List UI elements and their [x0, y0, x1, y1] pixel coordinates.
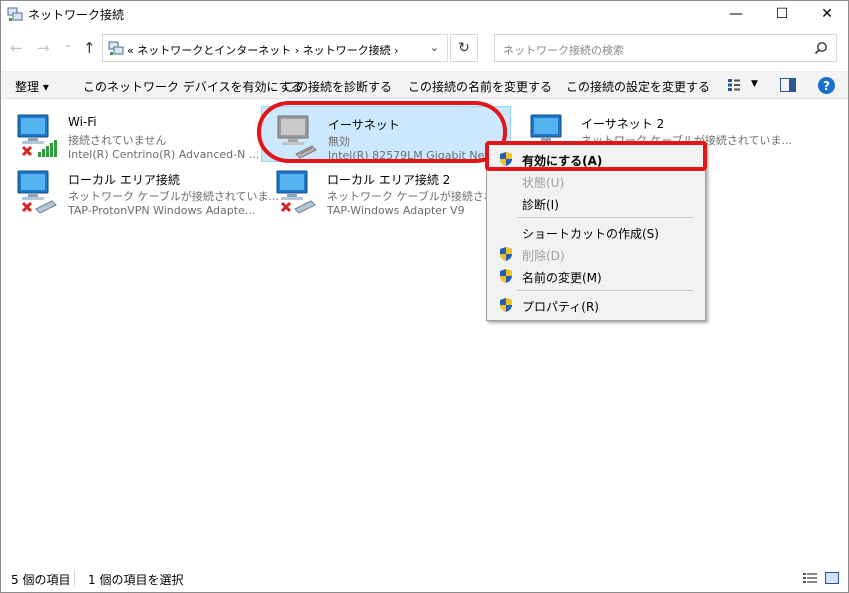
- status-bar: 5 個の項目 1 個の項目を選択: [1, 566, 848, 592]
- menu-label: プロパティ(R): [522, 300, 599, 314]
- menu-item-enable[interactable]: 有効にする(A): [489, 148, 703, 170]
- menu-label: 有効にする(A): [522, 154, 603, 168]
- help-icon[interactable]: ?: [818, 77, 835, 94]
- uac-shield-icon: [500, 298, 512, 312]
- connection-status: 無効: [328, 135, 350, 148]
- rename-button[interactable]: この接続の名前を変更する: [408, 78, 552, 95]
- forward-button[interactable]: →: [37, 39, 50, 57]
- menu-label: 名前の変更(M): [522, 271, 602, 285]
- diagnose-button[interactable]: この接続を診断する: [284, 78, 392, 95]
- connection-name: ローカル エリア接続: [68, 173, 180, 187]
- navigation-bar: ← → ⌄ ↑ « ネットワークとインターネット › ネットワーク接続 › ⌄ …: [1, 31, 848, 65]
- wifi-adapter-icon: [17, 114, 57, 157]
- search-icon: [814, 42, 827, 55]
- title-bar: ネットワーク接続 — ☐ ✕: [1, 1, 848, 27]
- ethernet-adapter-disabled-icon: [277, 115, 317, 159]
- back-button[interactable]: ←: [10, 39, 23, 57]
- connection-name: Wi-Fi: [68, 115, 97, 129]
- search-input[interactable]: ネットワーク接続の検索: [494, 34, 837, 62]
- search-placeholder: ネットワーク接続の検索: [503, 44, 624, 57]
- ethernet-adapter-disconnected-icon: [17, 170, 57, 214]
- menu-label: 状態(U): [522, 176, 565, 190]
- minimize-button[interactable]: —: [713, 1, 759, 27]
- network-connections-window: ネットワーク接続 — ☐ ✕ ← → ⌄ ↑ « ネットワークとインターネット …: [0, 0, 849, 593]
- menu-separator: [517, 290, 693, 291]
- up-button[interactable]: ↑: [83, 39, 96, 57]
- menu-separator: [517, 217, 693, 218]
- network-connections-icon: [7, 7, 23, 21]
- uac-shield-icon: [500, 152, 512, 166]
- uac-shield-icon: [500, 269, 512, 283]
- connection-item-ethernet[interactable]: イーサネット 無効 Intel(R) 82579LM Gigabit Netwo: [261, 106, 511, 162]
- menu-item-status[interactable]: 状態(U): [489, 170, 703, 192]
- tiles-view-icon[interactable]: [825, 572, 839, 584]
- organize-menu[interactable]: 整理 ▾: [15, 78, 49, 95]
- menu-label: 削除(D): [522, 249, 565, 263]
- menu-item-create-shortcut[interactable]: ショートカットの作成(S): [489, 221, 703, 243]
- window-title: ネットワーク接続: [28, 8, 125, 22]
- connection-device: Intel(R) Centrino(R) Advanced-N ...: [68, 148, 260, 161]
- item-count: 5 個の項目: [11, 573, 71, 587]
- chevron-down-icon[interactable]: ⌄: [430, 41, 439, 54]
- maximize-button[interactable]: ☐: [759, 1, 805, 27]
- menu-label: 診断(I): [522, 198, 559, 212]
- details-view-icon[interactable]: [803, 572, 817, 584]
- connection-item-local-area[interactable]: ローカル エリア接続 ネットワーク ケーブルが接続されていま... TAP-Pr…: [2, 162, 279, 218]
- breadcrumb[interactable]: « ネットワークとインターネット › ネットワーク接続 ›: [127, 42, 399, 58]
- change-settings-button[interactable]: この接続の設定を変更する: [566, 78, 710, 95]
- menu-item-diagnose[interactable]: 診断(I): [489, 192, 703, 214]
- selected-count: 1 個の項目を選択: [88, 573, 184, 587]
- menu-item-properties[interactable]: プロパティ(R): [489, 294, 703, 316]
- connection-name: イーサネット 2: [581, 117, 665, 131]
- address-bar[interactable]: « ネットワークとインターネット › ネットワーク接続 › ⌄: [102, 34, 448, 62]
- connections-list: Wi-Fi 接続されていません Intel(R) Centrino(R) Adv…: [1, 100, 848, 563]
- network-connections-icon: [108, 41, 124, 55]
- connection-device: TAP-ProtonVPN Windows Adapte...: [68, 204, 256, 217]
- connection-status: 接続されていません: [68, 134, 167, 147]
- connection-item-wifi[interactable]: Wi-Fi 接続されていません Intel(R) Centrino(R) Adv…: [2, 106, 259, 162]
- enable-device-button[interactable]: このネットワーク デバイスを有効にする: [83, 78, 303, 95]
- context-menu: 有効にする(A) 状態(U) 診断(I) ショートカットの作成(S) 削除(D): [486, 143, 706, 321]
- menu-item-delete[interactable]: 削除(D): [489, 243, 703, 265]
- menu-item-rename[interactable]: 名前の変更(M): [489, 265, 703, 287]
- connection-device: Intel(R) 82579LM Gigabit Netwo: [328, 149, 505, 162]
- menu-label: ショートカットの作成(S): [522, 227, 659, 241]
- status-divider: [74, 570, 75, 586]
- view-dropdown-button[interactable]: ▼: [751, 79, 758, 89]
- command-bar: 整理 ▾ このネットワーク デバイスを有効にする この接続を診断する この接続の…: [1, 71, 848, 99]
- ethernet-adapter-disconnected-icon: [276, 170, 316, 214]
- connection-status: ネットワーク ケーブルが接続されていま...: [68, 190, 279, 203]
- connection-device: TAP-Windows Adapter V9: [327, 204, 465, 217]
- refresh-button[interactable]: ↻: [450, 34, 478, 62]
- preview-pane-icon[interactable]: [780, 78, 796, 92]
- recent-locations-button[interactable]: ⌄: [64, 40, 72, 50]
- view-options-icon[interactable]: [727, 78, 741, 92]
- connection-item-local-area-2[interactable]: ローカル エリア接続 2 ネットワーク ケーブルが接続されていま TAP-Win…: [261, 162, 528, 218]
- uac-shield-icon: [500, 247, 512, 261]
- close-button[interactable]: ✕: [804, 1, 848, 27]
- connection-name: イーサネット: [328, 118, 400, 132]
- connection-name: ローカル エリア接続 2: [327, 173, 451, 187]
